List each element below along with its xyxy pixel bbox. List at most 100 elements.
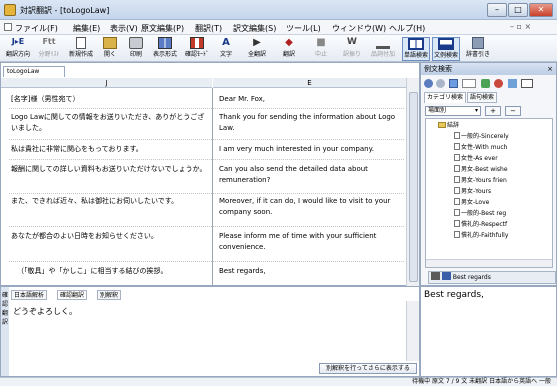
menu-help[interactable]: ヘルプ(H) bbox=[389, 23, 425, 34]
print-icon bbox=[129, 37, 143, 49]
layout-icon[interactable] bbox=[521, 79, 533, 88]
insert-icon[interactable] bbox=[481, 79, 490, 88]
new-button[interactable]: 新規作成 bbox=[66, 37, 96, 61]
result-text-box[interactable]: Best regards, bbox=[420, 286, 557, 377]
source-sentence[interactable]: 私は貴社に非常に関心をもっております。 bbox=[11, 144, 207, 155]
dictionary-button[interactable]: 辞書引き bbox=[464, 37, 492, 61]
doc-icon bbox=[454, 176, 460, 183]
close-button[interactable]: ✕ bbox=[529, 3, 553, 17]
stop-button[interactable]: ■ 中止 bbox=[308, 37, 334, 61]
bottom-pane: 確認翻訳 日本語解析 確認翻訳 別解釈 どうぞよろしく。 別解釈を行ってさらに表… bbox=[0, 286, 420, 377]
tree-node-closing[interactable]: 結辞 bbox=[438, 121, 459, 130]
document-pane: toLogoLaw J E [名字]様（男性宛て） Dear Mr. Fox, … bbox=[0, 62, 420, 348]
target-sentence[interactable]: Dear Mr. Fox, bbox=[219, 94, 404, 105]
tree-item[interactable]: 女性-With much bbox=[454, 143, 507, 152]
tree-item[interactable]: 慣礼的-Respectf bbox=[454, 220, 507, 229]
back-icon[interactable] bbox=[424, 79, 433, 88]
source-sentence[interactable]: Logo Lawに関しての情報をお送りいただき、ありがとうございました。 bbox=[11, 112, 207, 136]
open-folder-icon bbox=[103, 37, 117, 49]
font-button[interactable]: A 文字 bbox=[214, 37, 238, 61]
chevron-down-icon: ▾ bbox=[474, 107, 478, 114]
doc-menu-icon[interactable] bbox=[4, 23, 12, 31]
stop-icon: ■ bbox=[316, 37, 326, 48]
menu-file[interactable]: ファイル(F) bbox=[15, 23, 58, 34]
menu-window[interactable]: ウィンドウ(W) bbox=[332, 23, 386, 34]
copy-icon[interactable] bbox=[449, 79, 458, 88]
target-sentence[interactable]: Please inform me of time with your suffi… bbox=[219, 231, 404, 255]
translate-all-icon: ▶ bbox=[253, 37, 261, 48]
target-sentence[interactable]: I am very much interested in your compan… bbox=[219, 144, 404, 155]
source-sentence-active[interactable]: （「敬具」や「かしこ」に相当する結びの挨拶。 bbox=[17, 266, 207, 277]
tree-item[interactable]: 女性-As ever bbox=[454, 154, 498, 163]
tree-item[interactable]: 一般的-Best reg bbox=[454, 209, 506, 218]
translate-icon: ◆ bbox=[285, 37, 293, 48]
menu-view[interactable]: 表示(V) bbox=[110, 23, 138, 34]
tree-hscrollbar[interactable] bbox=[426, 259, 552, 267]
result-text: Best regards, bbox=[424, 290, 484, 300]
check-translation-text[interactable]: どうぞよろしく。 bbox=[13, 306, 77, 317]
minimize-button[interactable]: – bbox=[487, 3, 507, 17]
menu-tools[interactable]: ツール(L) bbox=[286, 23, 321, 34]
remove-button[interactable]: − bbox=[505, 106, 521, 116]
tab-japanese-analysis[interactable]: 日本語解析 bbox=[11, 290, 48, 300]
bottom-scrollbar[interactable] bbox=[406, 301, 419, 361]
add-button[interactable]: + bbox=[485, 106, 501, 116]
check-mode-button[interactable]: 確認ﾓｰﾄﾞ bbox=[182, 37, 212, 61]
menu-target-edit[interactable]: 訳文編集(S) bbox=[233, 23, 276, 34]
menu-edit[interactable]: 編集(E) bbox=[73, 23, 100, 34]
example-search-button[interactable]: 文例検索 bbox=[432, 37, 460, 61]
app-icon bbox=[4, 4, 16, 16]
tree-item[interactable]: 男女-Best wishe bbox=[454, 165, 508, 174]
alternate-parse-button[interactable]: 別解釈を行ってさらに表示する bbox=[319, 363, 417, 374]
sync-icon[interactable] bbox=[508, 79, 517, 88]
field-list-button[interactable]: Ftt 分野ﾘｽﾄ bbox=[34, 37, 64, 61]
paste-icon[interactable] bbox=[462, 79, 476, 88]
tree-item[interactable]: 慣礼的-Faithfully bbox=[454, 231, 508, 240]
display-format-button[interactable]: 表示形式 bbox=[150, 37, 180, 61]
tree-item[interactable]: 男女-Love bbox=[454, 198, 489, 207]
print-button[interactable]: 印刷 bbox=[124, 37, 148, 61]
document-tab[interactable]: toLogoLaw bbox=[3, 66, 65, 77]
tab-category-search[interactable]: カテゴリ検索 bbox=[424, 92, 467, 103]
english-icon[interactable] bbox=[441, 272, 451, 280]
tree-item[interactable]: 一般的-Sincerely bbox=[454, 132, 509, 141]
pos-tag-button[interactable]: 品詞付加 bbox=[368, 37, 398, 61]
target-sentence[interactable]: Moreover, if it can do, I would like to … bbox=[219, 196, 404, 220]
tree-item[interactable]: 男女-Yours bbox=[454, 187, 491, 196]
translate-all-button[interactable]: ▶ 全翻訳 bbox=[244, 37, 270, 61]
scrollbar-thumb[interactable] bbox=[409, 92, 418, 282]
doc-icon bbox=[454, 154, 460, 161]
row-divider bbox=[9, 108, 404, 109]
maximize-button[interactable]: □ bbox=[508, 3, 528, 17]
target-sentence-active[interactable]: Best regards, bbox=[219, 266, 404, 277]
window-title: 対訳翻訳 - [toLogoLaw] bbox=[20, 6, 110, 15]
tree-item[interactable]: 男女-Yours frien bbox=[454, 176, 507, 185]
direction-icon: J▸E bbox=[11, 37, 25, 46]
tab-phrase-search[interactable]: 語句検索 bbox=[467, 92, 498, 103]
source-sentence[interactable]: [名字]様（男性宛て） bbox=[11, 94, 207, 105]
open-button[interactable]: 開く bbox=[98, 37, 122, 61]
stop-search-icon[interactable] bbox=[494, 79, 503, 88]
doc-icon bbox=[454, 165, 460, 172]
tab-check-translation[interactable]: 確認翻訳 bbox=[57, 290, 88, 300]
menu-translate[interactable]: 翻訳(T) bbox=[195, 23, 222, 34]
direction-button[interactable]: J▸E 翻訳方向 bbox=[3, 37, 33, 61]
tab-alternate-parse[interactable]: 別解釈 bbox=[97, 290, 122, 300]
row-divider bbox=[9, 159, 404, 160]
category-dropdown[interactable]: 場面別 ▾ bbox=[425, 106, 481, 116]
menu-source-edit[interactable]: 原文編集(P) bbox=[141, 23, 184, 34]
source-sentence[interactable]: また、できれば近々、私は御社にお伺いしたいです。 bbox=[11, 196, 207, 207]
forward-icon[interactable] bbox=[436, 79, 445, 88]
source-sentence[interactable]: あなたが都合のよい日時をお知らせください。 bbox=[11, 231, 207, 242]
panel-nav-bar bbox=[424, 78, 554, 89]
target-sentence[interactable]: Thank you for sending the information ab… bbox=[219, 112, 404, 136]
row-divider bbox=[9, 139, 404, 140]
ruby-button[interactable]: W 訳振り bbox=[339, 37, 365, 61]
target-sentence[interactable]: Can you also send the detailed data abou… bbox=[219, 164, 404, 188]
word-search-button[interactable]: 単語検索 bbox=[402, 37, 430, 61]
source-sentence[interactable]: 報酬に関しての詳しい資料もお送りいただけないでしょうか。 bbox=[11, 164, 207, 188]
mdi-controls[interactable]: – ▫ × bbox=[510, 22, 531, 31]
translate-button[interactable]: ◆ 翻訳 bbox=[276, 37, 302, 61]
pin-icon[interactable] bbox=[431, 272, 440, 280]
panel-close-icon[interactable]: × bbox=[547, 63, 553, 75]
